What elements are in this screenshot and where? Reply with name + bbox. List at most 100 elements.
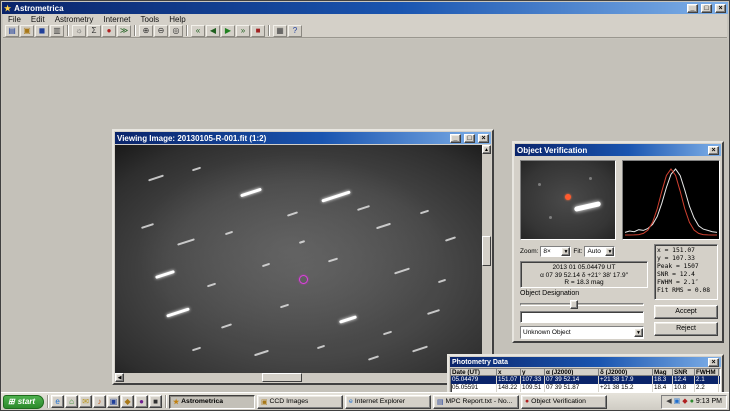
task-button[interactable]: ★Astrometrica (169, 395, 255, 409)
magnifier-icon[interactable]: ◎ (169, 25, 183, 37)
horizontal-scrollbar[interactable]: ◀ ▶ (115, 373, 482, 382)
report-icon[interactable]: ▦ (273, 25, 287, 37)
media-player-icon[interactable]: ♪ (93, 395, 106, 408)
menu-internet[interactable]: Internet (98, 15, 135, 24)
print-icon[interactable]: ▥ (50, 25, 64, 37)
vertical-scrollbar[interactable]: ▲ ▼ (482, 145, 491, 373)
start-button[interactable]: ⊞ start (3, 395, 44, 409)
vscroll-thumb[interactable] (482, 236, 491, 266)
zoom-in-icon[interactable]: ⊕ (139, 25, 153, 37)
column-header[interactable]: SNR (673, 369, 695, 376)
starfield-image[interactable] (115, 145, 482, 373)
task-button[interactable]: ▤MPC Report.txt - No... (433, 395, 519, 409)
minimize-button[interactable]: _ (687, 4, 698, 13)
updates-icon[interactable]: ● (690, 395, 694, 408)
my-computer-icon[interactable]: ▣ (107, 395, 120, 408)
mail-icon[interactable]: ✉ (79, 395, 92, 408)
task-button[interactable]: ▣CCD Images (257, 395, 343, 409)
save-file-icon[interactable]: ◼ (35, 25, 49, 37)
prev-image-icon[interactable]: ◀ (206, 25, 220, 37)
star-trail (240, 187, 262, 197)
settings-icon[interactable]: ☼ (72, 25, 86, 37)
menu-astrometry[interactable]: Astrometry (50, 15, 99, 24)
faint-star (538, 183, 541, 186)
astrometry-readout: 2013 01 05.04479 UTα 07 39 52.14 δ +21° … (520, 261, 648, 288)
chevron-down-icon[interactable]: ▼ (561, 247, 570, 256)
help-icon[interactable]: ? (288, 25, 302, 37)
star-trail (155, 270, 175, 279)
menu-edit[interactable]: Edit (26, 15, 50, 24)
dialog-titlebar[interactable]: Object Verification × (515, 144, 721, 156)
star-trail (357, 205, 370, 211)
task-button[interactable]: eInternet Explorer (345, 395, 431, 409)
known-object-overlay-icon[interactable]: ● (102, 25, 116, 37)
faint-star (589, 177, 592, 180)
app-titlebar[interactable]: ★ Astrometrica _ □ × (2, 2, 728, 14)
table-row[interactable]: 05.05591148.22109.5107 39 51.87+21 38 15… (451, 384, 720, 392)
accept-button[interactable]: Accept (654, 305, 718, 319)
hscroll-thumb[interactable] (262, 373, 302, 382)
new-file-icon[interactable]: ▤ (5, 25, 19, 37)
column-header[interactable]: y (521, 369, 545, 376)
volume-icon[interactable]: ◀ (666, 395, 671, 408)
scroll-left-icon[interactable]: ◀ (115, 373, 124, 382)
star-trail (255, 350, 270, 357)
folder-icon[interactable]: ◆ (121, 395, 134, 408)
menu-tools[interactable]: Tools (136, 15, 165, 24)
chevron-down-icon[interactable]: ▼ (634, 328, 643, 337)
antivirus-icon[interactable]: ◆ (682, 395, 687, 408)
table-titlebar[interactable]: Photometry Data × (450, 357, 721, 367)
object-type-select[interactable]: Unknown Object ▼ (520, 326, 644, 339)
menu-file[interactable]: File (3, 15, 26, 24)
image-maximize-button[interactable]: □ (464, 134, 475, 143)
table-close-button[interactable]: × (708, 358, 719, 367)
centroid-controls: Zoom: 8× ▼ Fit: Auto ▼ (520, 244, 648, 258)
slider-thumb[interactable] (570, 300, 578, 309)
scroll-up-icon[interactable]: ▲ (482, 145, 491, 154)
toolbar-separator (134, 25, 136, 36)
taskbar-divider (47, 395, 48, 408)
stat-line: x = 151.07 (657, 247, 715, 255)
column-header[interactable]: FWHM (695, 369, 719, 376)
image-viewer-icon[interactable]: ● (135, 395, 148, 408)
menu-help[interactable]: Help (164, 15, 190, 24)
terminal-icon[interactable]: ■ (149, 395, 162, 408)
network-icon[interactable]: ▣ (674, 395, 681, 408)
column-header[interactable]: Mag (653, 369, 673, 376)
image-minimize-button[interactable]: _ (450, 134, 461, 143)
zoom-select[interactable]: 8× ▼ (540, 246, 571, 257)
stop-blink-icon[interactable]: ■ (251, 25, 265, 37)
task-button-icon: ▣ (261, 398, 267, 406)
star-trail (321, 191, 350, 203)
reject-button[interactable]: Reject (654, 322, 718, 336)
maximize-button[interactable]: □ (701, 4, 712, 13)
show-desktop-icon[interactable]: ⌂ (65, 395, 78, 408)
column-header[interactable]: x (497, 369, 521, 376)
close-button[interactable]: × (715, 4, 726, 13)
dialog-close-button[interactable]: × (708, 146, 719, 155)
open-file-icon[interactable]: ▣ (20, 25, 34, 37)
fit-select[interactable]: Auto ▼ (584, 246, 615, 257)
first-image-icon[interactable]: « (191, 25, 205, 37)
task-button[interactable]: ●Object Verification (521, 395, 607, 409)
designation-label: Object Designation (520, 290, 579, 297)
image-close-button[interactable]: × (478, 134, 489, 143)
blink-icon[interactable]: ≫ (117, 25, 131, 37)
column-header[interactable]: α (J2000) (545, 369, 599, 376)
threshold-slider[interactable] (520, 300, 644, 309)
zoom-out-icon[interactable]: ⊖ (154, 25, 168, 37)
chevron-down-icon[interactable]: ▼ (605, 247, 614, 256)
image-window-titlebar[interactable]: Viewing Image: 20130105-R-001.fit (1:2) … (115, 132, 491, 144)
data-reduction-icon[interactable]: Σ (87, 25, 101, 37)
column-header[interactable]: δ (J2000) (599, 369, 653, 376)
psf-statistics: x = 151.07y = 107.33Peak = 1507SNR = 12.… (654, 244, 718, 300)
next-image-icon[interactable]: » (236, 25, 250, 37)
table-title: Photometry Data (452, 359, 508, 366)
internet-explorer-icon[interactable]: e (51, 395, 64, 408)
object-zoom-image[interactable] (520, 160, 616, 240)
play-blink-icon[interactable]: ▶ (221, 25, 235, 37)
table-row[interactable]: 05.04479151.07107.3307 39 52.14+21 38 17… (451, 376, 720, 384)
designation-input[interactable] (520, 311, 644, 323)
star-trail (573, 201, 600, 212)
column-header[interactable]: Date (UT) (451, 369, 497, 376)
